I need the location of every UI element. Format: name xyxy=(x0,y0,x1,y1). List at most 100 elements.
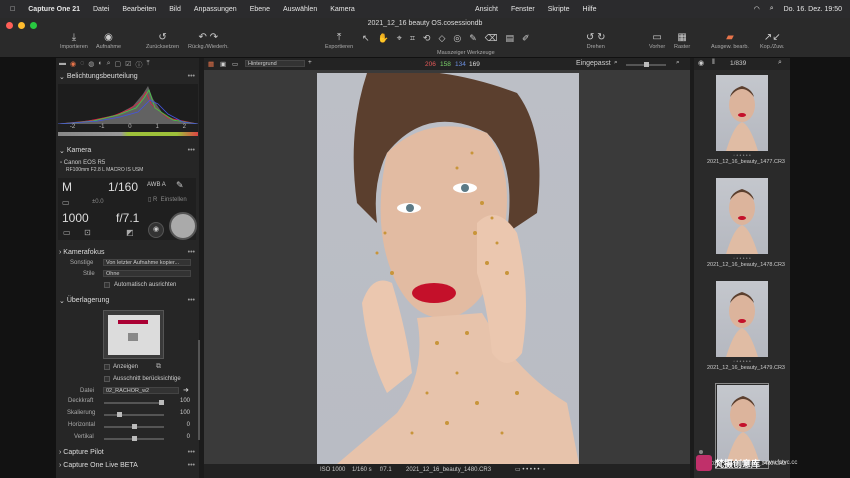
more-icon[interactable]: ••• xyxy=(188,297,195,304)
more-icon[interactable]: ••• xyxy=(188,147,195,154)
more-icon[interactable]: ••• xyxy=(188,449,195,456)
menu-view[interactable]: Ansicht xyxy=(475,6,498,13)
copy-apply-button[interactable]: ↗↙ Kop./Zuw. xyxy=(760,32,784,50)
shutter-value[interactable]: 1/160 xyxy=(108,180,138,194)
styles-select[interactable]: Ohne xyxy=(103,270,191,277)
app-menu[interactable]: Capture One 21 xyxy=(28,6,80,13)
thumbnail-3[interactable]: ▫ • • • • • 2021_12_16_beauty_1479.CR3 xyxy=(707,281,785,371)
picker-tool-icon[interactable]: ⌖ xyxy=(397,33,402,44)
zoom-in-icon[interactable]: ⌕ xyxy=(676,59,680,67)
more-icon[interactable]: ••• xyxy=(188,73,195,80)
vertical-thumb[interactable] xyxy=(132,436,137,441)
horizontal-thumb[interactable] xyxy=(132,424,137,429)
add-layer-icon[interactable]: + xyxy=(308,59,312,66)
horizontal-slider[interactable] xyxy=(104,424,164,429)
info-tab-icon[interactable]: ⓘ xyxy=(135,60,142,69)
view-grid-icon[interactable]: ▦ xyxy=(208,60,214,68)
show-checkbox[interactable] xyxy=(104,364,110,370)
vertical-slider[interactable] xyxy=(104,436,164,441)
more-icon[interactable]: ••• xyxy=(188,462,195,469)
exposure-tab-icon[interactable]: ◐ xyxy=(98,60,102,68)
capture-pilot-header[interactable]: › Capture Pilot ••• xyxy=(56,447,199,458)
thumbnail-1[interactable]: ▫ • • • • • 2021_12_16_beauty_1477.CR3 xyxy=(707,75,785,165)
menu-camera[interactable]: Kamera xyxy=(330,6,355,13)
scale-thumb[interactable] xyxy=(117,412,122,417)
import-button[interactable]: ⤓ Importieren xyxy=(60,32,88,50)
capture-tab-icon[interactable]: ◉ xyxy=(70,60,76,68)
menu-select[interactable]: Auswählen xyxy=(283,6,317,13)
opacity-value[interactable]: 100 xyxy=(170,398,190,404)
menu-file[interactable]: Datei xyxy=(93,6,109,13)
focus-icon[interactable]: ⊡ xyxy=(84,228,91,237)
wifi-icon[interactable]: ◠ xyxy=(754,5,760,13)
browser-scroll-dot[interactable] xyxy=(699,450,703,454)
capture-shutter-button[interactable] xyxy=(169,212,197,240)
keystone-tool-icon[interactable]: ◇ xyxy=(438,33,445,44)
search-icon[interactable]: ⌕ xyxy=(770,5,774,13)
clock[interactable]: Do. 16. Dez. 19:50 xyxy=(784,6,842,13)
undo-redo-button[interactable]: ↶ ↷ Rückg./Wiederh. xyxy=(188,32,229,50)
apple-icon[interactable]:  xyxy=(10,6,15,13)
output-tab-icon[interactable]: ⤒ xyxy=(146,60,149,68)
exposure-eval-header[interactable]: ⌄ Belichtungsbeurteilung ••• xyxy=(56,71,199,82)
reset-button[interactable]: ↺ Zurücksetzen xyxy=(146,32,179,50)
camera-trigger-icon[interactable]: ◉ xyxy=(148,222,164,238)
eyedropper-icon[interactable]: ✎ xyxy=(176,180,184,191)
zoom-slider[interactable] xyxy=(626,62,666,67)
scale-value[interactable]: 100 xyxy=(170,410,190,416)
export-button[interactable]: ⤒ Exportieren xyxy=(325,32,353,50)
aperture-value[interactable]: f/7.1 xyxy=(116,211,139,225)
rotate-tool-icon[interactable]: ⟲ xyxy=(423,33,431,44)
main-photo[interactable] xyxy=(317,73,579,464)
zoom-label[interactable]: Eingepasst xyxy=(576,60,611,67)
view-multi-icon[interactable]: ▭ xyxy=(232,60,238,68)
detail-tab-icon[interactable]: ⌕ xyxy=(107,60,111,68)
library-tab-icon[interactable]: ▬ xyxy=(59,60,66,68)
exposure-mode[interactable]: M xyxy=(62,180,72,194)
menu-layer[interactable]: Ebene xyxy=(250,6,270,13)
menu-help[interactable]: Hilfe xyxy=(583,6,597,13)
before-button[interactable]: ▭ Vorher xyxy=(649,32,665,50)
thumbnail-2[interactable]: ▫ • • • • • 2021_12_16_beauty_1478.CR3 xyxy=(707,178,785,268)
live-view-icon[interactable]: ▭ xyxy=(63,228,71,237)
file-select[interactable]: 02_RACHOR_w2 xyxy=(103,387,179,394)
camera-focus-header[interactable]: › Kamerafokus ••• xyxy=(56,247,199,258)
settings-button[interactable]: ▯ R Einstellen xyxy=(148,196,187,203)
rotate-button[interactable]: ↺ ↻ Drehen xyxy=(586,32,606,50)
crop-tool-icon[interactable]: ⌗ xyxy=(410,33,415,44)
overlay-mode-icon[interactable]: ⧉ xyxy=(156,363,161,371)
view-single-icon[interactable]: ▣ xyxy=(220,60,226,68)
eye-icon[interactable]: ◉ xyxy=(698,59,704,67)
menu-image[interactable]: Bild xyxy=(169,6,181,13)
color-tab-icon[interactable]: ◍ xyxy=(88,60,94,68)
zoom-icon[interactable]: ⌕ xyxy=(614,59,618,67)
scale-slider[interactable] xyxy=(104,412,164,417)
opacity-slider[interactable] xyxy=(104,400,164,405)
more-icon[interactable]: ••• xyxy=(188,249,195,256)
grid-button[interactable]: ▦ Raster xyxy=(674,32,690,50)
auto-align-checkbox[interactable] xyxy=(104,282,110,288)
rating-stars[interactable]: ▭ • • • • • ▫ xyxy=(515,466,545,473)
white-balance[interactable]: AWB A xyxy=(147,182,166,188)
zoom-thumb[interactable] xyxy=(644,62,649,67)
lens-tab-icon[interactable]: ◌ xyxy=(80,60,84,68)
overlay-header[interactable]: ⌄ Überlagerung ••• xyxy=(56,295,199,306)
metadata-tab-icon[interactable]: ☑ xyxy=(125,60,131,68)
annotate-tool-icon[interactable]: ✐ xyxy=(522,33,530,44)
vertical-value[interactable]: 0 xyxy=(170,434,190,440)
capture-button[interactable]: ◉ Aufnahme xyxy=(96,32,121,50)
composition-tab-icon[interactable]: ▢ xyxy=(115,60,122,68)
bracket-icon[interactable]: ◩ xyxy=(126,228,134,237)
edit-selected-button[interactable]: ▰ Ausgew. bearb. xyxy=(711,32,749,50)
menu-scripts[interactable]: Skripte xyxy=(548,6,570,13)
pan-tool-icon[interactable]: ✋ xyxy=(378,33,389,44)
camera-header[interactable]: ⌄ Kamera ••• xyxy=(56,145,199,156)
file-arrow-icon[interactable]: ➜ xyxy=(183,386,189,394)
crop-aware-checkbox[interactable] xyxy=(104,376,110,382)
pause-icon[interactable]: ‖ xyxy=(712,59,715,66)
spot-tool-icon[interactable]: ◎ xyxy=(453,33,461,44)
menu-adjust[interactable]: Anpassungen xyxy=(194,6,237,13)
eraser-tool-icon[interactable]: ⌫ xyxy=(485,33,498,44)
opacity-thumb[interactable] xyxy=(159,400,164,405)
other-select[interactable]: Von letzter Aufnahme kopier... xyxy=(103,259,191,266)
